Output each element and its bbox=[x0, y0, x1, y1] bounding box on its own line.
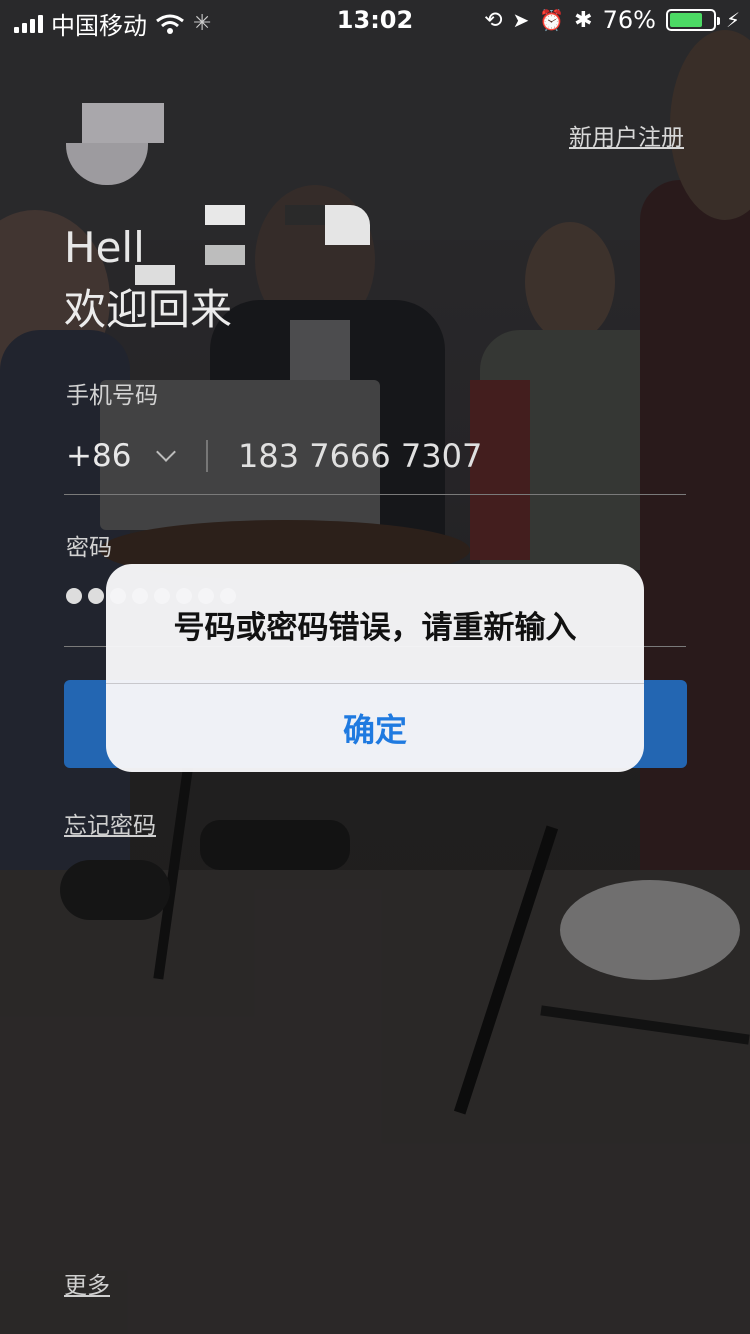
rotation-lock-icon: ⟲ bbox=[484, 7, 503, 33]
battery-icon bbox=[665, 9, 720, 31]
status-bar: 中国移动 ✳ 13:02 ⟲ ➤ ⏰ ✱ 76% ⚡ bbox=[0, 0, 750, 40]
bluetooth-icon: ✱ bbox=[574, 7, 593, 33]
avatar bbox=[66, 103, 164, 185]
forgot-password-link[interactable]: 忘记密码 bbox=[64, 806, 156, 840]
chevron-down-icon bbox=[156, 442, 177, 462]
register-link[interactable]: 新用户注册 bbox=[569, 118, 684, 152]
country-code: +86 bbox=[66, 438, 132, 474]
name-mosaic bbox=[135, 205, 370, 285]
more-link[interactable]: 更多 bbox=[64, 1266, 110, 1300]
phone-label: 手机号码 bbox=[66, 383, 158, 409]
error-alert-dialog: 号码或密码错误，请重新输入 确定 bbox=[106, 564, 644, 772]
location-icon: ➤ bbox=[512, 8, 530, 32]
divider bbox=[64, 494, 686, 495]
welcome-title: 欢迎回来 bbox=[64, 285, 233, 334]
alert-message: 号码或密码错误，请重新输入 bbox=[173, 610, 577, 646]
battery-percent: 76% bbox=[602, 6, 656, 34]
greeting-text: Hell bbox=[64, 223, 145, 272]
phone-input[interactable] bbox=[238, 432, 678, 480]
charging-icon: ⚡ bbox=[725, 8, 740, 32]
confirm-button[interactable]: 确定 bbox=[106, 684, 644, 772]
country-code-selector[interactable]: +86 bbox=[66, 438, 177, 474]
battery-fill bbox=[669, 13, 702, 27]
alarm-icon: ⏰ bbox=[539, 8, 565, 32]
password-label: 密码 bbox=[66, 535, 112, 561]
divider bbox=[206, 440, 208, 472]
